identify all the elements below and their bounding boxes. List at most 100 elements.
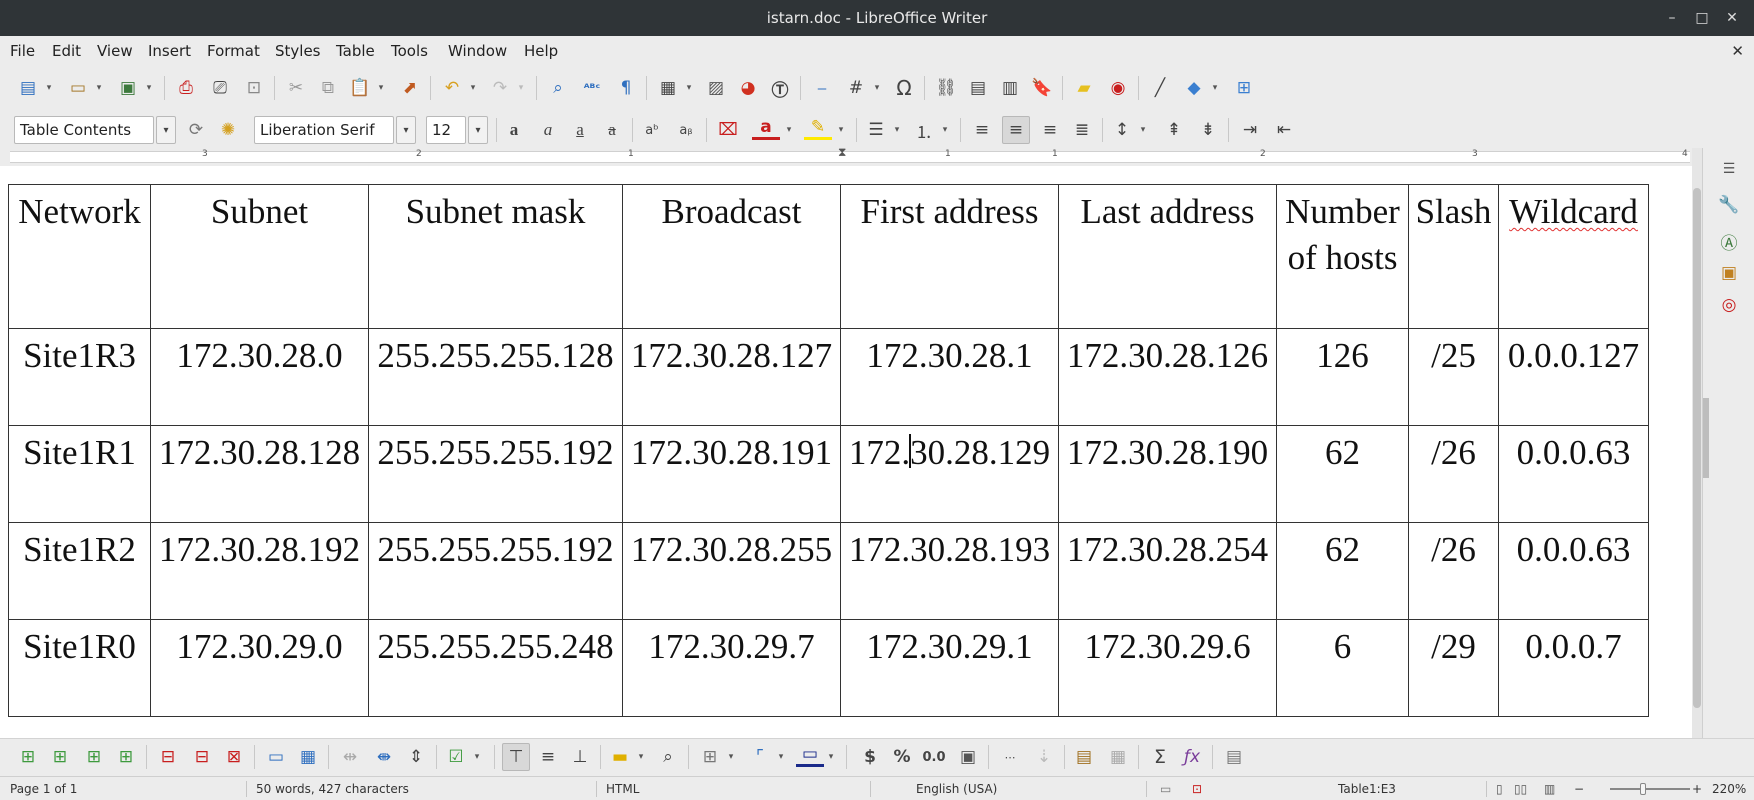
paste-icon[interactable]: 📋 xyxy=(346,74,374,102)
open-icon[interactable]: ▭ xyxy=(64,74,92,102)
insert-caption-icon[interactable]: ▤ xyxy=(1070,743,1098,771)
formula-icon[interactable]: ƒx xyxy=(1178,743,1206,771)
close-window-button[interactable]: ✕ xyxy=(1722,8,1742,28)
border-color-icon[interactable]: ▭ xyxy=(796,743,824,767)
borders-dropdown-icon[interactable]: ▾ xyxy=(726,743,736,771)
border-style-dropdown-icon[interactable]: ▾ xyxy=(776,743,786,771)
horizontal-ruler[interactable]: 3 2 1 ⧗ 1 1 2 3 4 xyxy=(0,145,1692,166)
bullets-dropdown-icon[interactable]: ▾ xyxy=(892,116,902,144)
menu-tools[interactable]: Tools xyxy=(391,36,428,66)
zoom-slider-thumb[interactable] xyxy=(1640,783,1646,795)
menu-table[interactable]: Table xyxy=(336,36,375,66)
border-color-dropdown-icon[interactable]: ▾ xyxy=(826,743,836,771)
zoom-out-button[interactable]: − xyxy=(1574,777,1584,800)
border-style-icon[interactable]: ⌜ xyxy=(746,743,774,771)
table-cell[interactable]: 172.30.28.192 xyxy=(150,522,369,620)
align-left-icon[interactable]: ≡ xyxy=(968,116,996,144)
spelling-icon[interactable]: ᴬᴮᶜ xyxy=(578,74,606,102)
word-count[interactable]: 50 words, 427 characters xyxy=(256,777,409,800)
numbering-icon[interactable]: ⒈ xyxy=(910,116,938,144)
table-icon[interactable]: ▦ xyxy=(654,74,682,102)
delete-rows-icon[interactable]: ⊟ xyxy=(154,743,182,771)
number-format-dialog-icon[interactable]: ▣ xyxy=(954,743,982,771)
highlight-icon[interactable]: ✎ xyxy=(804,116,832,140)
subnet-table[interactable]: Network Subnet Subnet mask Broadcast Fir… xyxy=(8,184,1649,717)
table-cell[interactable]: 172.30.28.0 xyxy=(150,328,369,426)
menu-view[interactable]: View xyxy=(97,36,133,66)
zoom-level[interactable]: 220% xyxy=(1712,777,1746,800)
footnote-icon[interactable]: ▤ xyxy=(964,74,992,102)
table-cell[interactable]: 172.30.28.127 xyxy=(622,328,841,426)
single-page-view-icon[interactable]: ▯ xyxy=(1496,777,1503,800)
menu-file[interactable]: File xyxy=(10,36,35,66)
protect-dropdown-icon[interactable]: ▾ xyxy=(472,743,482,771)
decrease-indent-icon[interactable]: ⇤ xyxy=(1270,116,1298,144)
table-cell[interactable]: 172.30.28.1 xyxy=(840,328,1059,426)
header-cell-subnet-mask[interactable]: Subnet mask xyxy=(368,184,623,329)
line-spacing-icon[interactable]: ↕ xyxy=(1108,116,1136,144)
bold-icon[interactable]: a xyxy=(500,116,528,144)
insert-mode-icon[interactable]: ▭ xyxy=(1160,777,1171,800)
export-pdf-icon[interactable]: ⎙ xyxy=(172,74,200,102)
numbering-dropdown-icon[interactable]: ▾ xyxy=(940,116,950,144)
sum-icon[interactable]: Σ xyxy=(1146,743,1174,771)
background-dropdown-icon[interactable]: ▾ xyxy=(636,743,646,771)
line-icon[interactable]: ╱ xyxy=(1146,74,1174,102)
multi-page-view-icon[interactable]: ▯▯ xyxy=(1514,777,1527,800)
table-cell[interactable]: 255.255.255.192 xyxy=(368,522,623,620)
textbox-icon[interactable]: Ⓣ xyxy=(766,74,794,102)
shapes-icon[interactable]: ◆ xyxy=(1180,74,1208,102)
delete-columns-icon[interactable]: ⊟ xyxy=(188,743,216,771)
document-modified-icon[interactable]: ⊡ xyxy=(1192,777,1202,800)
track-changes-icon[interactable]: ◉ xyxy=(1104,74,1132,102)
table-cell[interactable]: 172.30.28.193 xyxy=(840,522,1059,620)
new-dropdown-icon[interactable]: ▾ xyxy=(44,74,54,102)
delete-table-icon[interactable]: ⊠ xyxy=(220,743,248,771)
menu-window[interactable]: Window xyxy=(448,36,507,66)
gallery-icon[interactable]: ▣ xyxy=(1716,260,1742,286)
display-grid-icon[interactable]: ⊞ xyxy=(1230,74,1258,102)
insert-columns-after-icon[interactable]: ⊞ xyxy=(112,743,140,771)
ruler-tab-marker[interactable]: ⧗ xyxy=(838,145,846,160)
table-cell[interactable]: /25 xyxy=(1408,328,1499,426)
menu-edit[interactable]: Edit xyxy=(52,36,81,66)
table-cell[interactable]: /26 xyxy=(1408,425,1499,523)
highlight-dropdown-icon[interactable]: ▾ xyxy=(836,116,846,144)
minimize-button[interactable]: – xyxy=(1662,8,1682,28)
split-cells-icon[interactable]: ⇼ xyxy=(370,743,398,771)
menu-icon[interactable]: ☰ xyxy=(1716,156,1742,182)
endnote-icon[interactable]: ▥ xyxy=(996,74,1024,102)
table-dialog-icon[interactable]: ▤ xyxy=(1220,743,1248,771)
header-cell-last-address[interactable]: Last address xyxy=(1058,184,1277,329)
navigator-icon[interactable]: ◎ xyxy=(1716,292,1742,318)
underline-icon[interactable]: a xyxy=(566,116,594,144)
table-cell[interactable]: 172.30.28.126 xyxy=(1058,328,1277,426)
chevron-down-icon[interactable]: ▾ xyxy=(156,116,176,144)
number-format-icon[interactable]: 0.0 xyxy=(920,743,948,771)
optimize-size-icon[interactable]: ⇕ xyxy=(402,743,430,771)
table-cell[interactable]: 0.0.0.127 xyxy=(1498,328,1649,426)
currency-format-icon[interactable]: $ xyxy=(856,743,884,771)
font-size-combo[interactable]: 12 xyxy=(426,116,466,144)
table-properties-icon[interactable]: ▦ xyxy=(1104,743,1132,771)
save-dropdown-icon[interactable]: ▾ xyxy=(144,74,154,102)
table-cell[interactable]: 172.30.28.254 xyxy=(1058,522,1277,620)
special-character-icon[interactable]: Ω xyxy=(890,74,918,102)
protect-cells-icon[interactable]: ☑ xyxy=(442,743,470,771)
table-cell[interactable]: 172.30.28.191 xyxy=(622,425,841,523)
table-cell[interactable]: Site1R3 xyxy=(8,328,151,426)
font-name-combo[interactable]: Liberation Serif xyxy=(254,116,394,144)
justify-icon[interactable]: ≣ xyxy=(1068,116,1096,144)
align-right-icon[interactable]: ≡ xyxy=(1036,116,1064,144)
table-dropdown-icon[interactable]: ▾ xyxy=(684,74,694,102)
language-status[interactable]: English (USA) xyxy=(916,777,997,800)
update-style-icon[interactable]: ⟳ xyxy=(182,116,210,144)
find-replace-icon[interactable]: ⌕ xyxy=(544,74,572,102)
scrollbar-thumb[interactable] xyxy=(1693,188,1701,708)
sidebar-resize-grip[interactable] xyxy=(1703,398,1709,478)
paste-dropdown-icon[interactable]: ▾ xyxy=(376,74,386,102)
menu-help[interactable]: Help xyxy=(524,36,558,66)
vertical-scrollbar[interactable] xyxy=(1692,148,1702,738)
redo-icon[interactable]: ↷ xyxy=(486,74,514,102)
shapes-dropdown-icon[interactable]: ▾ xyxy=(1210,74,1220,102)
